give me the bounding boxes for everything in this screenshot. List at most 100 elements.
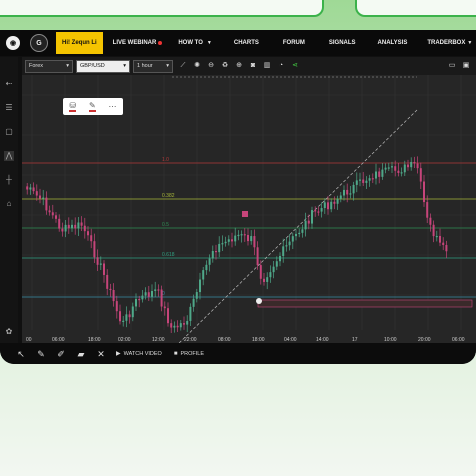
save-icon[interactable]: ▣ (462, 62, 470, 70)
candlestick-chart-svg[interactable]: 1.00.3820.50.618000 06:00 18:00 02:00 12:00 2… (22, 75, 476, 351)
eraser-icon[interactable]: ▰ (74, 347, 88, 361)
chevron-down-icon: ▼ (206, 40, 212, 46)
nav-analysis[interactable]: ANALYSIS (378, 40, 408, 46)
candle-body (58, 218, 61, 229)
chevron-down-icon: ▾ (66, 63, 69, 69)
price-chart[interactable]: 1.0 0.382 0.5 0.618 0 00 06:00 18:00 02:00 12:00 2… (22, 75, 476, 351)
nav-how-to[interactable]: HOW TO (178, 40, 203, 46)
candle-body (64, 224, 67, 232)
profile-link[interactable]: PROFILE (180, 351, 204, 357)
rectangle-tool-icon[interactable]: ▢ (4, 127, 14, 137)
user-greeting[interactable]: Hi! Zequn Li (56, 32, 103, 54)
candle-body (83, 225, 86, 232)
candle-body (55, 215, 57, 219)
nav-signals[interactable]: SIGNALS (329, 40, 356, 46)
folder-icon[interactable]: ▭ (448, 62, 456, 70)
measure-tool-icon[interactable]: ⌂ (4, 199, 14, 209)
bar-chart-icon[interactable]: ▥ (263, 62, 271, 70)
candle-body (253, 236, 256, 248)
candle-body (413, 161, 416, 164)
candle-body (160, 289, 163, 307)
nav-charts[interactable]: CHARTS (234, 40, 259, 46)
profile-icon: ■ (173, 350, 178, 357)
candle-body (138, 298, 141, 301)
camera-icon[interactable]: ◙ (249, 62, 257, 70)
timeframe-select[interactable]: 1 hour ▾ (133, 59, 173, 73)
globe-icon[interactable]: ◉ (6, 36, 20, 50)
candle-body (183, 323, 185, 325)
candle-body (234, 235, 237, 242)
candle-body (384, 167, 387, 170)
candle-body (176, 325, 179, 328)
candle-body (135, 298, 137, 307)
candle-body (109, 288, 112, 291)
candle-body (330, 201, 333, 210)
candle-body (224, 241, 227, 244)
candle-body (35, 191, 38, 196)
candle-body (119, 311, 121, 322)
fib-tool-icon[interactable]: ┼ (4, 175, 14, 185)
candle-body (272, 266, 275, 273)
candle-body (419, 168, 422, 182)
live-dot-icon (158, 41, 163, 45)
candle-body (154, 289, 157, 292)
watch-video-link[interactable]: WATCH VIDEO (124, 351, 162, 357)
recycle-icon[interactable]: ♻ (221, 62, 229, 70)
cursor-icon[interactable]: ↖ (14, 347, 28, 361)
candle-body (250, 236, 253, 242)
arrow-tool-icon[interactable]: ⇠ (4, 79, 14, 89)
chevron-down-icon: ▾ (166, 63, 169, 69)
zoom-out-icon[interactable]: ⊖ (207, 62, 215, 70)
candle-body (288, 241, 291, 246)
nav-live-webinar[interactable]: LIVE WEBINAR (113, 40, 157, 46)
candle-body (285, 245, 288, 247)
candle-body (365, 180, 368, 183)
nav-forum[interactable]: FORUM (283, 40, 305, 46)
drawing-style-popup: ⛁ ✎ ⋯ (63, 98, 123, 115)
candle-body (74, 224, 77, 229)
candle-body (147, 292, 150, 297)
brush-icon[interactable]: ✐ (54, 347, 68, 361)
nav-traderbox[interactable]: TRADERBOX (427, 40, 465, 46)
fib-label: 0.5 (162, 222, 169, 228)
candle-body (400, 172, 403, 174)
fib-label: 0.382 (162, 193, 175, 199)
candle-body (211, 250, 214, 259)
line-chart-icon[interactable]: ⟋ (179, 62, 187, 70)
site-logo[interactable]: G (30, 34, 48, 52)
more-icon[interactable]: ⋯ (109, 102, 117, 111)
candle-body (387, 167, 390, 169)
candle-body (163, 306, 166, 309)
zoom-in-icon[interactable]: ⊕ (235, 62, 243, 70)
share-icon[interactable]: ⋖ (291, 62, 299, 70)
close-icon[interactable]: ✕ (94, 347, 108, 361)
fib-label: 0.618 (162, 252, 175, 258)
pattern-tool-icon[interactable]: ⋀ (4, 151, 14, 161)
candle-body (67, 224, 70, 229)
candle-body (323, 202, 326, 209)
candle-body (237, 234, 240, 237)
candle-body (192, 298, 195, 307)
candle-body (247, 234, 249, 242)
candle-body (87, 231, 89, 236)
pencil-icon[interactable]: ✎ (34, 347, 48, 361)
candle-body (397, 170, 400, 173)
fill-bucket-icon[interactable]: ⛁ (69, 101, 77, 112)
pair-select[interactable]: GBP/USD ▾ (76, 59, 130, 73)
candle-body (343, 189, 345, 196)
candle-body (42, 197, 45, 199)
pencil-icon[interactable]: ✎ (88, 101, 96, 112)
candle-body (320, 208, 323, 212)
lines-tool-icon[interactable]: ☰ (4, 103, 14, 113)
clock-icon[interactable]: ◔ (277, 62, 285, 70)
gear-icon[interactable]: ✺ (193, 62, 201, 70)
candle-body (314, 210, 317, 212)
candle-body (391, 166, 393, 168)
candle-body (291, 236, 294, 242)
video-icon: ▶ (116, 351, 121, 357)
market-select[interactable]: Forex ▾ (25, 59, 73, 73)
candle-body (106, 274, 109, 289)
candle-body (231, 239, 233, 242)
timeframe-value: 1 hour (137, 63, 153, 69)
settings-icon[interactable]: ✿ (4, 327, 14, 337)
